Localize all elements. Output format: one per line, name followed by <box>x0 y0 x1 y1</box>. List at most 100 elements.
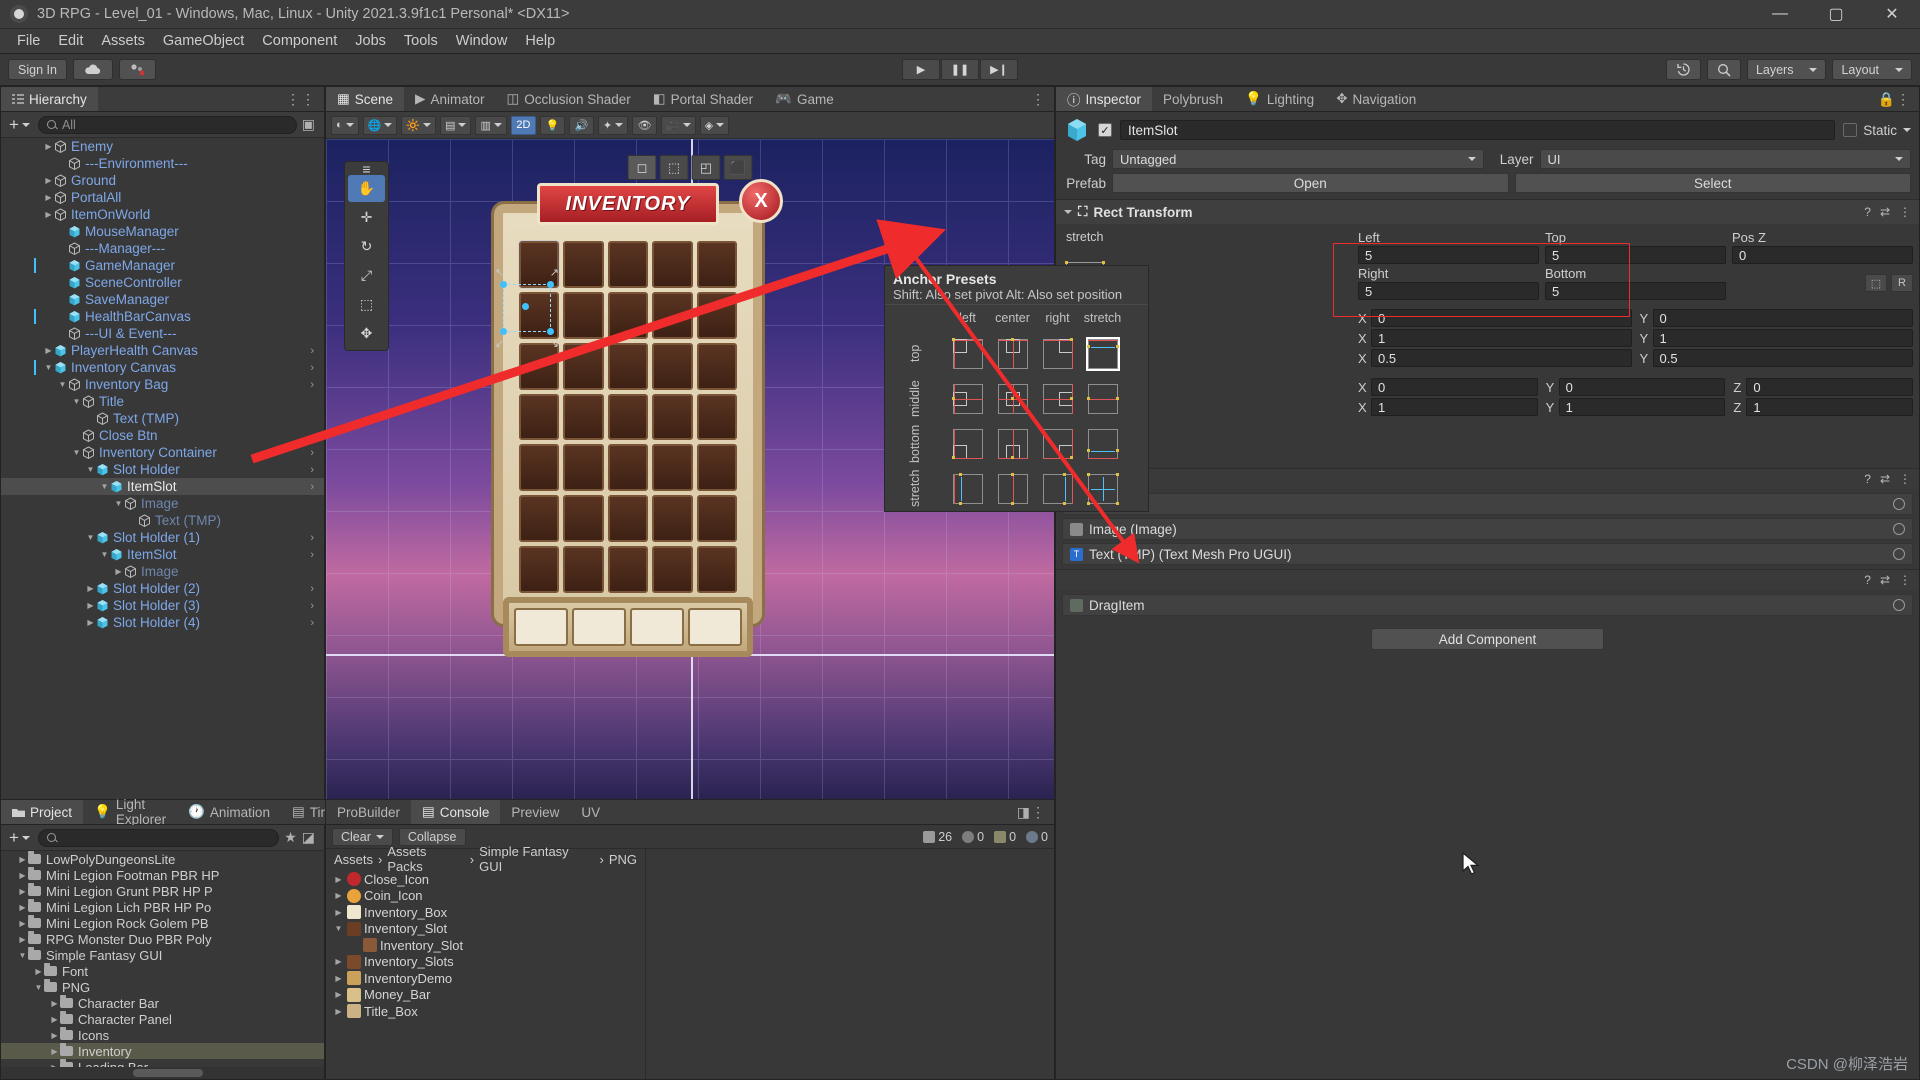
anchor-max-y-input[interactable]: 1 <box>1652 329 1913 347</box>
right-input[interactable]: 5 <box>1358 282 1539 300</box>
local-icon[interactable]: ◰ <box>691 155 721 180</box>
inventory-slot[interactable] <box>607 241 649 288</box>
project-folder-inventory[interactable]: ▶ Inventory <box>1 1043 324 1059</box>
project-folder-character-panel[interactable]: ▶ Character Panel <box>1 1011 324 1027</box>
inventory-slot[interactable] <box>696 342 737 390</box>
toggle-2d-button[interactable]: 2D <box>510 115 536 135</box>
hierarchy-item-enemy[interactable]: ▶ Enemy <box>1 138 324 155</box>
preset-icon[interactable]: ⇄ <box>1880 573 1890 587</box>
disclosure-triangle[interactable]: ▶ <box>333 957 344 966</box>
prefab-open-chevron[interactable]: › <box>310 532 324 544</box>
disclosure-triangle[interactable]: ▶ <box>85 618 96 627</box>
layer-dropdown[interactable]: UI <box>1539 149 1911 169</box>
static-checkbox[interactable] <box>1843 123 1858 137</box>
chevron-down-icon[interactable] <box>1064 210 1072 214</box>
hierarchy-item-portalall[interactable]: ▶ PortalAll <box>1 189 324 206</box>
component-row-dragitem[interactable]: DragItem <box>1062 594 1913 616</box>
component-menu-icon[interactable]: ⋮ <box>1899 573 1911 587</box>
play-button[interactable]: ▶ <box>902 59 940 80</box>
scroll-thumb[interactable] <box>133 1069 203 1077</box>
hierarchy-item-manager[interactable]: ▶---Manager--- <box>1 240 324 257</box>
rot-x-input[interactable]: 0 <box>1371 378 1538 396</box>
inventory-slot[interactable] <box>607 342 649 390</box>
hierarchy-item-playerhealth-canvas[interactable]: ▶ PlayerHealth Canvas › <box>1 342 324 359</box>
disclosure-triangle[interactable]: ▼ <box>113 499 124 508</box>
maximize-button[interactable]: ▢ <box>1808 0 1864 29</box>
disclosure-triangle[interactable]: ▼ <box>71 448 82 457</box>
prefab-open-chevron[interactable]: › <box>310 481 324 493</box>
handle-bl[interactable] <box>500 328 507 335</box>
pivot-y-input[interactable]: 0.5 <box>1652 349 1913 367</box>
project-view-icon[interactable]: ◪ <box>302 829 319 846</box>
asset-item-inventorydemo[interactable]: ▶ InventoryDemo <box>326 970 645 987</box>
hierarchy-filter-icon[interactable]: ▣ <box>302 116 319 133</box>
prefab-open-chevron[interactable]: › <box>310 379 324 391</box>
inventory-slot[interactable] <box>607 291 649 339</box>
disclosure-triangle[interactable]: ▼ <box>333 924 344 933</box>
asset-item-inventory-slot[interactable]: ▶Inventory_Slot <box>326 937 645 954</box>
hierarchy-item-itemslot[interactable]: ▼ ItemSlot › <box>1 546 324 563</box>
prefab-open-button[interactable]: Open <box>1112 173 1509 193</box>
global-icon[interactable]: ⬛ <box>723 155 753 180</box>
anchor-max-x-input[interactable]: 1 <box>1371 329 1632 347</box>
prefab-open-chevron[interactable]: › <box>310 447 324 459</box>
component-row-itemui[interactable]: ItemUI <box>1062 493 1913 515</box>
hierarchy-item-environment[interactable]: ▶---Environment--- <box>1 155 324 172</box>
console-collapse-button[interactable]: Collapse <box>398 827 466 846</box>
tab-lighting[interactable]: 💡 Lighting <box>1234 87 1326 111</box>
tab-preview[interactable]: Preview <box>500 800 571 824</box>
anchor-presets-popup[interactable]: Anchor Presets Shift: Also set pivot Alt… <box>884 265 1149 512</box>
static-toggle[interactable]: Static <box>1843 123 1911 138</box>
hierarchy-item-ground[interactable]: ▶ Ground <box>1 172 324 189</box>
project-folder-mini-legion-footman-pbr-hp[interactable]: ▶ Mini Legion Footman PBR HP <box>1 867 324 883</box>
disclosure-triangle[interactable]: ▶ <box>43 210 54 219</box>
menu-file[interactable]: File <box>8 31 49 51</box>
bottom-input[interactable]: 5 <box>1545 282 1726 300</box>
tag-dropdown[interactable]: Untagged <box>1112 149 1484 169</box>
asset-item-title-box[interactable]: ▶ Title_Box <box>326 1003 645 1020</box>
disclosure-triangle[interactable]: ▼ <box>99 482 110 491</box>
inventory-slot[interactable] <box>517 240 561 289</box>
disclosure-triangle[interactable]: ▶ <box>17 903 28 912</box>
asset-list[interactable]: ▶ Close_Icon ▶ Coin_Icon ▶ Inventory_Box ▼ Inve… <box>326 869 645 1079</box>
scale-y-input[interactable]: 1 <box>1558 398 1726 416</box>
handle-tr[interactable] <box>547 281 554 288</box>
disclosure-triangle[interactable]: ▶ <box>49 1015 60 1024</box>
breadcrumb[interactable]: Assets › Assets Packs › Simple Fantasy GUI › P… <box>326 844 645 874</box>
disclosure-triangle[interactable]: ▶ <box>333 1007 344 1016</box>
hierarchy-item-image[interactable]: ▼ Image <box>1 495 324 512</box>
audio-toggle-scene[interactable]: 🔆 <box>401 115 437 135</box>
inventory-slot[interactable] <box>563 495 604 543</box>
hierarchy-item-slot-holder-4[interactable]: ▶ Slot Holder (4) › <box>1 614 324 631</box>
project-folder-loading-bar[interactable]: ▶ Loading Bar <box>1 1059 324 1067</box>
asset-item-inventory-box[interactable]: ▶ Inventory_Box <box>326 904 645 921</box>
component-row-image-image[interactable]: Image (Image) <box>1062 518 1913 540</box>
history-icon[interactable] <box>1665 59 1701 80</box>
help-icon[interactable]: ? <box>1864 472 1871 486</box>
hierarchy-item-scenecontroller[interactable]: ▶SceneController <box>1 274 324 291</box>
tab-console[interactable]: ▤ Console <box>411 800 501 824</box>
project-folder-font[interactable]: ▶ Font <box>1 963 324 979</box>
hand-tool-icon[interactable]: ✋ <box>348 175 385 202</box>
project-folder-lowpolydungeonslite[interactable]: ▶ LowPolyDungeonsLite <box>1 851 324 867</box>
project-folder-png[interactable]: ▼ PNG <box>1 979 324 995</box>
disclosure-triangle[interactable]: ▶ <box>17 887 28 896</box>
scale-tool-icon[interactable]: ⤢ <box>348 262 385 289</box>
asset-item-inventory-slots[interactable]: ▶ Inventory_Slots <box>326 954 645 971</box>
inventory-close-button[interactable]: X <box>739 179 783 223</box>
tab-game[interactable]: 🎮 Game <box>764 87 845 111</box>
anchor-preset-top-center[interactable] <box>990 331 1035 376</box>
scene-gizmos-icon[interactable]: ◈ <box>699 115 730 135</box>
anchor-preset-middle-left[interactable] <box>945 376 990 421</box>
disclosure-triangle[interactable]: ▶ <box>49 1047 60 1056</box>
inventory-slot[interactable] <box>563 546 604 593</box>
anchor-preset-stretch-stretch[interactable] <box>1080 466 1125 511</box>
inventory-slot[interactable] <box>652 291 693 339</box>
prefab-open-chevron[interactable]: › <box>310 362 324 374</box>
hierarchy-search-input[interactable]: All <box>37 115 297 134</box>
pivot-handle[interactable] <box>522 303 529 310</box>
anchor-min-y-input[interactable]: 0 <box>1652 309 1913 327</box>
menu-tools[interactable]: Tools <box>395 31 447 51</box>
scene-lighting-icon[interactable]: 💡 <box>539 115 565 135</box>
enabled-checkbox[interactable]: ✓ <box>1098 123 1112 137</box>
